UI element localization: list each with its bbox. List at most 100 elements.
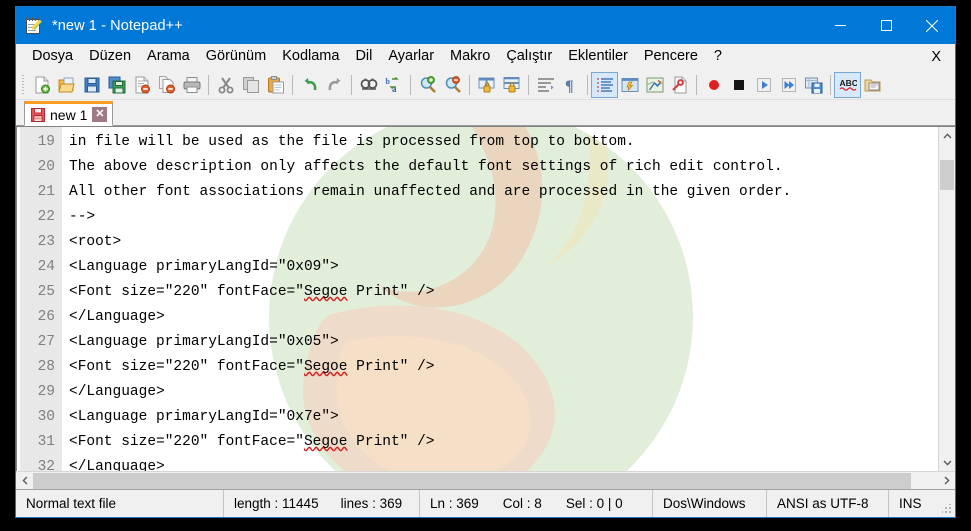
toolbar-separator xyxy=(528,74,529,95)
code-line[interactable]: </Language> xyxy=(69,455,938,471)
status-bar: Normal text file length : 11445 lines : … xyxy=(16,489,955,517)
tab-close-button[interactable]: ✕ xyxy=(92,107,108,122)
status-eol-format[interactable]: Dos\Windows xyxy=(653,490,767,517)
show-all-characters-button[interactable]: ¶ xyxy=(558,73,583,97)
scroll-right-button[interactable] xyxy=(938,472,955,490)
sync-horizontal-scrolling-button[interactable] xyxy=(499,73,524,97)
save-button[interactable] xyxy=(79,73,104,97)
word-wrap-button[interactable] xyxy=(533,73,558,97)
misspelled-word[interactable]: Segoe xyxy=(304,359,348,375)
svg-text:a: a xyxy=(392,84,397,94)
print-button[interactable] xyxy=(179,73,204,97)
line-number: 28 xyxy=(37,359,55,375)
show-indent-guide-button[interactable] xyxy=(591,71,618,98)
new-file-button[interactable] xyxy=(29,73,54,97)
save-all-button[interactable] xyxy=(104,73,129,97)
close-file-button[interactable] xyxy=(129,73,154,97)
scroll-down-button[interactable] xyxy=(939,454,955,471)
status-length: length : 11445 xyxy=(234,496,319,511)
replace-button[interactable]: b a xyxy=(381,73,406,97)
zoom-out-button[interactable] xyxy=(440,73,465,97)
function-list-button[interactable] xyxy=(667,73,692,97)
menu-item-kodlama[interactable]: Kodlama xyxy=(274,45,347,68)
paste-button[interactable] xyxy=(263,73,288,97)
start-record-macro-button[interactable] xyxy=(701,73,726,97)
menu-item-duzen[interactable]: Düzen xyxy=(81,45,139,68)
status-caret-position[interactable]: Ln : 369 Col : 8 Sel : 0 | 0 xyxy=(420,490,653,517)
status-document-stats[interactable]: length : 11445 lines : 369 xyxy=(224,490,420,517)
open-file-button[interactable] xyxy=(54,73,79,97)
spell-check-button[interactable]: ABC xyxy=(834,71,861,98)
misspelled-word[interactable]: Segoe xyxy=(304,284,348,300)
svg-text:¶: ¶ xyxy=(565,78,574,94)
code-line[interactable]: <root> xyxy=(69,230,938,255)
tab-label: new 1 xyxy=(50,106,88,123)
code-line[interactable]: <Language primaryLangId="0x7e"> xyxy=(69,405,938,430)
tab-new-1[interactable]: new 1 ✕ xyxy=(24,101,114,126)
code-line[interactable]: <Language primaryLangId="0x09"> xyxy=(69,255,938,280)
code-line[interactable]: <Language primaryLangId="0x05"> xyxy=(69,330,938,355)
misspelled-word[interactable]: Segoe xyxy=(304,434,348,450)
menu-item-eklentiler[interactable]: Eklentiler xyxy=(560,45,636,68)
menu-item-pencere[interactable]: Pencere xyxy=(636,45,706,68)
line-number: 29 xyxy=(37,384,55,400)
code-line[interactable]: All other font associations remain unaff… xyxy=(69,180,938,205)
code-line[interactable]: <Font size="220" fontFace="Segoe Print" … xyxy=(69,430,938,455)
horizontal-scrollbar-track[interactable] xyxy=(33,472,938,490)
toolbar-separator xyxy=(587,74,588,95)
toolbar-grip[interactable] xyxy=(20,74,26,95)
menu-item-arama[interactable]: Arama xyxy=(139,45,198,68)
editor-text-area[interactable]: 19 20 21 22 23 24 25 26 27 28 29 30 31 32 in file wil… xyxy=(16,127,938,471)
horizontal-scrollbar[interactable] xyxy=(16,471,955,489)
stop-record-macro-button[interactable] xyxy=(726,73,751,97)
close-button[interactable] xyxy=(909,7,955,44)
code-line[interactable]: </Language> xyxy=(69,380,938,405)
sync-vertical-scrolling-button[interactable] xyxy=(474,73,499,97)
run-macro-multiple-times-button[interactable] xyxy=(776,73,801,97)
resize-grip[interactable] xyxy=(937,490,955,517)
menu-item-help[interactable]: ? xyxy=(706,45,730,68)
cut-button[interactable] xyxy=(213,73,238,97)
vertical-scrollbar-track[interactable] xyxy=(939,144,955,454)
status-document-type[interactable]: Normal text file xyxy=(16,490,224,517)
minimize-button[interactable] xyxy=(817,7,863,44)
file-browser-button[interactable] xyxy=(860,73,885,97)
vertical-scrollbar[interactable] xyxy=(938,127,955,471)
undo-button[interactable] xyxy=(297,73,322,97)
code-line[interactable]: The above description only affects the d… xyxy=(69,155,938,180)
status-encoding[interactable]: ANSI as UTF-8 xyxy=(767,490,889,517)
zoom-in-button[interactable] xyxy=(415,73,440,97)
line-number: 32 xyxy=(37,459,55,471)
user-defined-language-button[interactable] xyxy=(617,73,642,97)
code-line[interactable]: in file will be used as the file is proc… xyxy=(69,130,938,155)
code-line[interactable]: --> xyxy=(69,205,938,230)
menu-item-dosya[interactable]: Dosya xyxy=(24,45,81,68)
menu-item-makro[interactable]: Makro xyxy=(442,45,498,68)
menu-item-ayarlar[interactable]: Ayarlar xyxy=(380,45,442,68)
status-insert-mode[interactable]: INS xyxy=(889,490,937,517)
toolbar-separator xyxy=(830,74,831,95)
status-lines: lines : 369 xyxy=(340,496,403,511)
code-line[interactable]: </Language> xyxy=(69,305,938,330)
redo-button[interactable] xyxy=(322,73,347,97)
vertical-scrollbar-thumb[interactable] xyxy=(940,160,954,190)
menu-item-gorunum[interactable]: Görünüm xyxy=(198,45,274,68)
close-all-files-button[interactable] xyxy=(154,73,179,97)
save-macro-button[interactable] xyxy=(801,73,826,97)
menu-item-calistir[interactable]: Çalıştır xyxy=(498,45,560,68)
menu-item-dil[interactable]: Dil xyxy=(347,45,380,68)
copy-button[interactable] xyxy=(238,73,263,97)
maximize-button[interactable] xyxy=(863,7,909,44)
find-button[interactable] xyxy=(356,73,381,97)
menu-close-document-button[interactable]: X xyxy=(931,49,941,65)
horizontal-scrollbar-thumb[interactable] xyxy=(33,472,911,489)
scroll-up-button[interactable] xyxy=(939,127,955,144)
code-line[interactable]: <Font size="220" fontFace="Segoe Print" … xyxy=(69,355,938,380)
code-content[interactable]: in file will be used as the file is proc… xyxy=(62,127,938,471)
scroll-left-button[interactable] xyxy=(16,472,33,490)
code-line[interactable]: <Font size="220" fontFace="Segoe Print" … xyxy=(69,280,938,305)
document-map-button[interactable] xyxy=(642,73,667,97)
notepad-plus-plus-icon xyxy=(25,16,43,35)
line-number-gutter: 19 20 21 22 23 24 25 26 27 28 29 30 31 32 xyxy=(20,127,62,471)
play-macro-button[interactable] xyxy=(751,73,776,97)
